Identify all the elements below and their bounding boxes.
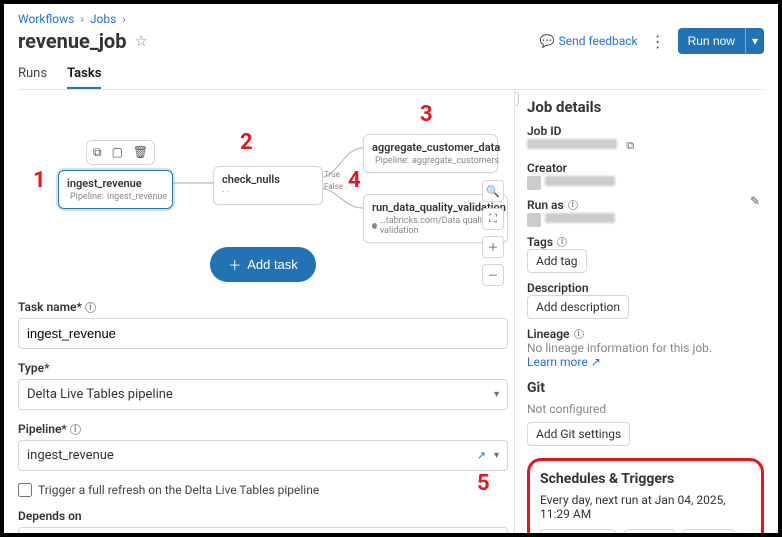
task-node-aggregate[interactable]: aggregate_customer_data Pipeline: aggreg…: [363, 134, 498, 173]
pencil-icon[interactable]: ✎: [750, 194, 760, 208]
chevron-down-icon: ▾: [494, 450, 499, 461]
fullscreen-icon[interactable]: ⛶: [482, 208, 504, 230]
node-title: aggregate_customer_data: [372, 141, 489, 154]
task-node-check-nulls[interactable]: check_nulls · ·: [213, 166, 323, 205]
creator-value: [527, 175, 764, 190]
send-feedback-link[interactable]: 💬 Send feedback: [540, 34, 638, 48]
copy-icon[interactable]: ⧉: [93, 145, 102, 160]
edit-trigger-button[interactable]: Edit trigger: [540, 529, 616, 533]
info-icon[interactable]: i: [85, 302, 96, 313]
crumb-jobs[interactable]: Jobs: [90, 12, 116, 26]
node-title: ingest_revenue: [67, 177, 164, 190]
add-tag-button[interactable]: Add tag: [527, 249, 587, 273]
collapse-panel-icon[interactable]: ›: [514, 92, 519, 106]
page-title: revenue_job: [18, 29, 126, 53]
tab-tasks[interactable]: Tasks: [67, 60, 101, 89]
schedules-header: Schedules & Triggers: [540, 471, 753, 487]
git-status: Not configured: [527, 402, 764, 416]
external-link-icon[interactable]: ↗: [477, 449, 486, 462]
run-now-button[interactable]: Run now: [678, 28, 745, 54]
delete-trigger-button[interactable]: Delete: [683, 529, 735, 533]
pipeline-label: Pipeline*i: [18, 422, 508, 436]
add-description-button[interactable]: Add description: [527, 295, 629, 319]
lineage-text: No lineage information for this job.: [527, 341, 764, 355]
add-task-button[interactable]: ＋ Add task: [210, 247, 316, 282]
add-task-label: Add task: [247, 257, 298, 272]
node-subtitle: Pipeline: ingest_revenue: [67, 192, 164, 202]
external-link-icon: ↗: [591, 355, 601, 369]
trash-icon[interactable]: 🗑: [133, 145, 148, 160]
type-value: Delta Live Tables pipeline: [27, 387, 173, 402]
learn-more-link[interactable]: Learn more ↗: [527, 355, 601, 369]
tags-label: Tagsi: [527, 235, 764, 249]
edge-label-false: False: [324, 182, 343, 191]
breadcrumb: Workflows › Jobs ›: [18, 12, 764, 26]
annotation-1: 1: [33, 168, 46, 193]
chevron-right-icon: ›: [119, 12, 129, 26]
node-subtitle: …tabricks.com/Data quality validation: [372, 216, 499, 236]
schedule-summary: Every day, next run at Jan 04, 2025, 11:…: [540, 493, 753, 521]
lineage-label: Lineagei: [527, 327, 764, 341]
info-icon[interactable]: i: [70, 424, 81, 435]
type-label: Type*: [18, 361, 508, 375]
chat-icon[interactable]: ▢: [112, 145, 123, 160]
node-subtitle: Pipeline: aggregate_customers: [372, 156, 489, 166]
description-label: Description: [527, 281, 764, 295]
run-as-label: Run asi: [527, 198, 764, 212]
depends-on-label: Depends on: [18, 509, 508, 523]
job-details-header: Job details: [527, 98, 764, 116]
chevron-down-icon: ▾: [494, 389, 499, 400]
tab-runs[interactable]: Runs: [18, 60, 47, 89]
plus-icon: ＋: [228, 255, 241, 274]
pipeline-value: ingest_revenue: [27, 448, 114, 463]
job-id-label: Job ID: [527, 124, 764, 138]
run-as-value: [527, 212, 764, 227]
chevron-right-icon: ›: [77, 12, 87, 26]
schedules-section: Schedules & Triggers Every day, next run…: [527, 458, 764, 533]
send-feedback-label: Send feedback: [559, 34, 638, 48]
info-icon[interactable]: i: [557, 237, 567, 247]
task-name-label: Task name*i: [18, 300, 508, 314]
node-title: run_data_quality_validation: [372, 201, 499, 214]
edge-label-true: True: [324, 170, 340, 179]
kebab-menu-icon[interactable]: ⋮: [646, 32, 670, 51]
git-header: Git: [527, 380, 764, 396]
info-icon[interactable]: i: [574, 329, 584, 339]
type-select[interactable]: Delta Live Tables pipeline ▾: [18, 379, 508, 410]
pipeline-select[interactable]: ingest_revenue ↗ ▾: [18, 440, 508, 471]
node-subtitle: · ·: [222, 188, 314, 198]
full-refresh-label: Trigger a full refresh on the Delta Live…: [38, 483, 319, 497]
task-name-input[interactable]: [18, 318, 508, 349]
depends-on-select[interactable]: Select task dependencies... ▾: [18, 527, 508, 533]
pause-trigger-button[interactable]: Pause: [624, 529, 675, 533]
annotation-4: 4: [348, 168, 361, 193]
node-title: check_nulls: [222, 173, 314, 186]
crumb-workflows[interactable]: Workflows: [18, 12, 74, 26]
copy-icon[interactable]: ⧉: [626, 139, 634, 152]
chat-icon: 💬: [540, 34, 555, 48]
star-icon[interactable]: ☆: [134, 32, 147, 50]
search-icon[interactable]: 🔍: [482, 180, 504, 202]
creator-label: Creator: [527, 161, 764, 175]
node-toolbar: ⧉ ▢ 🗑: [86, 140, 155, 165]
task-graph-canvas[interactable]: ⧉ ▢ 🗑 ingest_revenue Pipeline: ingest_re…: [18, 90, 508, 300]
run-now-dropdown[interactable]: ▾: [745, 28, 764, 54]
full-refresh-checkbox[interactable]: [18, 483, 32, 497]
annotation-2: 2: [240, 130, 253, 155]
add-git-button[interactable]: Add Git settings: [527, 422, 630, 446]
task-node-ingest-revenue[interactable]: ingest_revenue Pipeline: ingest_revenue: [58, 170, 173, 209]
annotation-3: 3: [420, 102, 433, 127]
job-id-value: ⧉: [527, 138, 764, 153]
info-icon[interactable]: i: [568, 200, 578, 210]
tabs: Runs Tasks: [18, 60, 764, 90]
